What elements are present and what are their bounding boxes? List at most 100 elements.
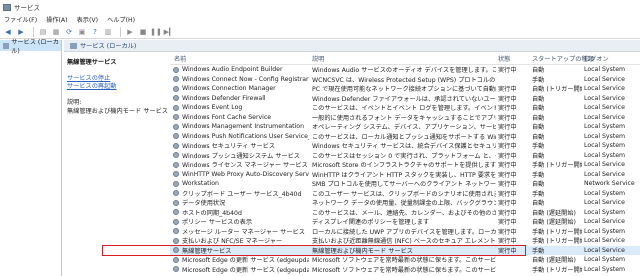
service-description: 支払いおよび近距離無線通信 (NFC) ベースのセキュア エレメントを管理します… xyxy=(312,238,496,246)
service-name: クリップボード ユーザー サービス_4b40d xyxy=(173,189,309,198)
service-name-text: Windows Management Instrumentation xyxy=(182,123,305,131)
services-icon xyxy=(3,42,10,49)
service-logon: Local Service xyxy=(584,218,625,226)
service-status: 実行中 xyxy=(498,247,517,255)
service-name: 支払いおよび NFC/SE マネージャー xyxy=(173,236,309,245)
gear-icon xyxy=(173,66,179,73)
service-row[interactable]: クリップボード ユーザー サービス_4b40d このユーザー サービスは、クリップ… xyxy=(170,189,640,199)
service-name: Windows Event Log xyxy=(173,104,309,111)
service-description: 一般的に使用されるフォント データをキャッシュすることでアプリケーションのパ..… xyxy=(312,114,496,122)
back-icon[interactable]: ◀ xyxy=(3,27,13,37)
service-name: Microsoft Edge の更新 サービス (edgeupdate) xyxy=(173,255,309,264)
service-description: ネットワーク データの使用量、従量制課金の上限、バックグラウンド データの制..… xyxy=(312,200,496,208)
refresh-icon[interactable]: ⟳ xyxy=(64,27,74,37)
restart-service-link[interactable]: サービスの再起動 xyxy=(67,83,168,91)
service-logon: Local Service xyxy=(584,199,625,207)
service-name-text: Windows プッシュ通知システム サービス xyxy=(182,152,300,160)
service-row[interactable]: Windows Audio Endpoint Builder Windows Au… xyxy=(170,65,640,75)
service-startup-type: 自動 xyxy=(532,105,545,113)
service-startup-type: 自動 (遅延開始) xyxy=(532,209,576,217)
service-logon: Local Service xyxy=(584,161,625,169)
service-row[interactable]: Windows セキュリティ サービス Windows セキュリティ サービスは、… xyxy=(170,141,640,151)
service-status: 実行中 xyxy=(498,114,517,122)
gear-icon xyxy=(173,256,179,263)
tree-item-services-local[interactable]: サービス (ローカル) xyxy=(0,39,61,55)
service-row[interactable]: Windows Connect Now - Config Registrar WC… xyxy=(170,75,640,85)
menu-action[interactable]: 操作(A) xyxy=(46,15,67,24)
service-logon: Local System xyxy=(584,66,626,74)
service-name-text: Windows ライセンス マネージャー サービス xyxy=(182,162,308,170)
service-status: 実行中 xyxy=(498,124,517,132)
gear-icon xyxy=(173,247,179,254)
service-name-text: Windows Font Cache Service xyxy=(182,113,272,121)
service-startup-type: 手動 xyxy=(532,76,545,84)
properties-icon[interactable]: ▦ xyxy=(51,27,61,37)
gear-icon xyxy=(173,114,179,121)
service-description: WCNCSVC は、Wireless Protected Setup (WPS)… xyxy=(312,76,496,84)
service-description: Microsoft ソフトウェアを常時最新の状態に保ちます。このサービスが無効.… xyxy=(312,257,496,265)
export-icon[interactable]: ▣ xyxy=(77,27,87,37)
service-logon: Local System xyxy=(584,227,626,235)
service-name-text: WinHTTP Web Proxy Auto-Discovery Service xyxy=(182,170,309,178)
service-rows: Windows Audio Endpoint Builder Windows Au… xyxy=(170,65,640,274)
forward-icon[interactable]: ▶ xyxy=(16,27,26,37)
play-icon[interactable]: ▶ xyxy=(125,27,135,37)
service-row[interactable]: 支払いおよび NFC/SE マネージャー 支払いおよび近距離無線通信 (NFC) … xyxy=(170,236,640,246)
service-startup-type: 手動 (トリガー開始) xyxy=(532,266,582,274)
service-row[interactable]: Windows Font Cache Service 一般的に使用されるフォント … xyxy=(170,113,640,123)
service-logon: Local Service xyxy=(584,75,625,83)
service-row[interactable]: Windows ライセンス マネージャー サービス Microsoft Store… xyxy=(170,160,640,170)
view-icon[interactable]: ▥ xyxy=(103,27,113,37)
service-row[interactable]: Windows プッシュ通知システム サービス このサービスはセッション 0 で実… xyxy=(170,151,640,161)
stop-icon[interactable]: ■ xyxy=(138,27,148,37)
service-row[interactable]: Windows Defender Firewall Windows Defende… xyxy=(170,94,640,104)
toolbar: ◀ ▶ ▤ ▦ ⟳ ▣ ? ▥ ▶ ■ ❚❚ ▶▎ xyxy=(0,25,640,39)
description-text: 無線管理および機内モード サービス xyxy=(67,108,168,115)
service-row[interactable]: メッセージ ルーター マネージャー サービス ローカルに接続した UWP アプリの… xyxy=(170,227,640,237)
service-row[interactable]: Windows Management Instrumentation オペレーティ… xyxy=(170,122,640,132)
service-name: Windows Font Cache Service xyxy=(173,114,309,121)
service-row[interactable]: Windows Push Notifications User Service_… xyxy=(170,132,640,142)
column-name[interactable]: 名前 xyxy=(174,54,186,63)
service-row[interactable]: Microsoft Edge の更新 サービス (edgeupdatem)Mic… xyxy=(170,265,640,275)
service-status: 実行中 xyxy=(498,171,517,179)
service-row[interactable]: 無線管理サービス 無線管理および機内モード サービス 実行中 手動 Local Serv… xyxy=(170,245,640,255)
panel-header: サービス (ローカル) xyxy=(64,40,640,52)
menu-file[interactable]: ファイル(F) xyxy=(4,15,37,24)
service-logon: Local System xyxy=(584,151,626,159)
service-row[interactable]: WinHTTP Web Proxy Auto-Discovery Service… xyxy=(170,170,640,180)
service-name-text: データ使用状況 xyxy=(182,200,226,208)
service-row[interactable]: Workstation SMB プロトコルを使用してサーバーへのクライアント ネッ… xyxy=(170,179,640,189)
service-logon: Local System xyxy=(584,132,626,140)
menu-bar: ファイル(F) 操作(A) 表示(V) ヘルプ(H) xyxy=(0,14,640,25)
console-tree: サービス (ローカル) xyxy=(0,39,62,276)
service-row[interactable]: Windows Connection Manager PC で現在使用可能なネット… xyxy=(170,84,640,94)
restart-icon[interactable]: ▶▎ xyxy=(164,27,175,37)
service-logon: Local Service xyxy=(584,104,625,112)
console-tree-icon[interactable]: ▤ xyxy=(38,27,48,37)
stop-service-link[interactable]: サービスの停止 xyxy=(67,75,168,83)
service-status: 実行中 xyxy=(498,152,517,160)
service-row[interactable]: Windows Event Log このサービスは、イベントとイベント ログを管理… xyxy=(170,103,640,113)
service-row[interactable]: ポリシー サービスの表示 ディスプレイ関連のポリシーを管理します 実行中 自動 (遅延… xyxy=(170,217,640,227)
service-row[interactable]: ホストの同期_4b40d このサービスは、メール、連絡先、カレンダー、およびその他… xyxy=(170,208,640,218)
service-name: Windows セキュリティ サービス xyxy=(173,141,309,150)
description-label: 説明: xyxy=(67,99,82,106)
menu-help[interactable]: ヘルプ(H) xyxy=(107,15,135,24)
service-status: 実行中 xyxy=(498,143,517,151)
service-name: Windows Defender Firewall xyxy=(173,95,309,102)
service-startup-type: 自動 (トリガー開始) xyxy=(532,86,582,94)
help-icon[interactable]: ? xyxy=(90,27,100,37)
column-logon[interactable]: ログオン xyxy=(584,54,609,63)
column-status[interactable]: 状態 xyxy=(498,54,510,63)
toolbar-separator xyxy=(33,26,34,37)
service-status: 実行中 xyxy=(498,105,517,113)
service-row[interactable]: Microsoft Edge の更新 サービス (edgeupdate) Micr… xyxy=(170,255,640,265)
gear-icon xyxy=(173,152,179,159)
menu-view[interactable]: 表示(V) xyxy=(77,15,98,24)
column-description[interactable]: 説明 xyxy=(312,54,324,63)
service-row[interactable]: データ使用状況 ネットワーク データの使用量、従量制課金の上限、バックグラウンド … xyxy=(170,198,640,208)
pause-icon[interactable]: ❚❚ xyxy=(150,27,162,37)
service-startup-type: 手動 xyxy=(532,190,545,198)
service-description: このユーザー サービスは、クリップボードのシナリオに使用されます xyxy=(312,190,496,198)
